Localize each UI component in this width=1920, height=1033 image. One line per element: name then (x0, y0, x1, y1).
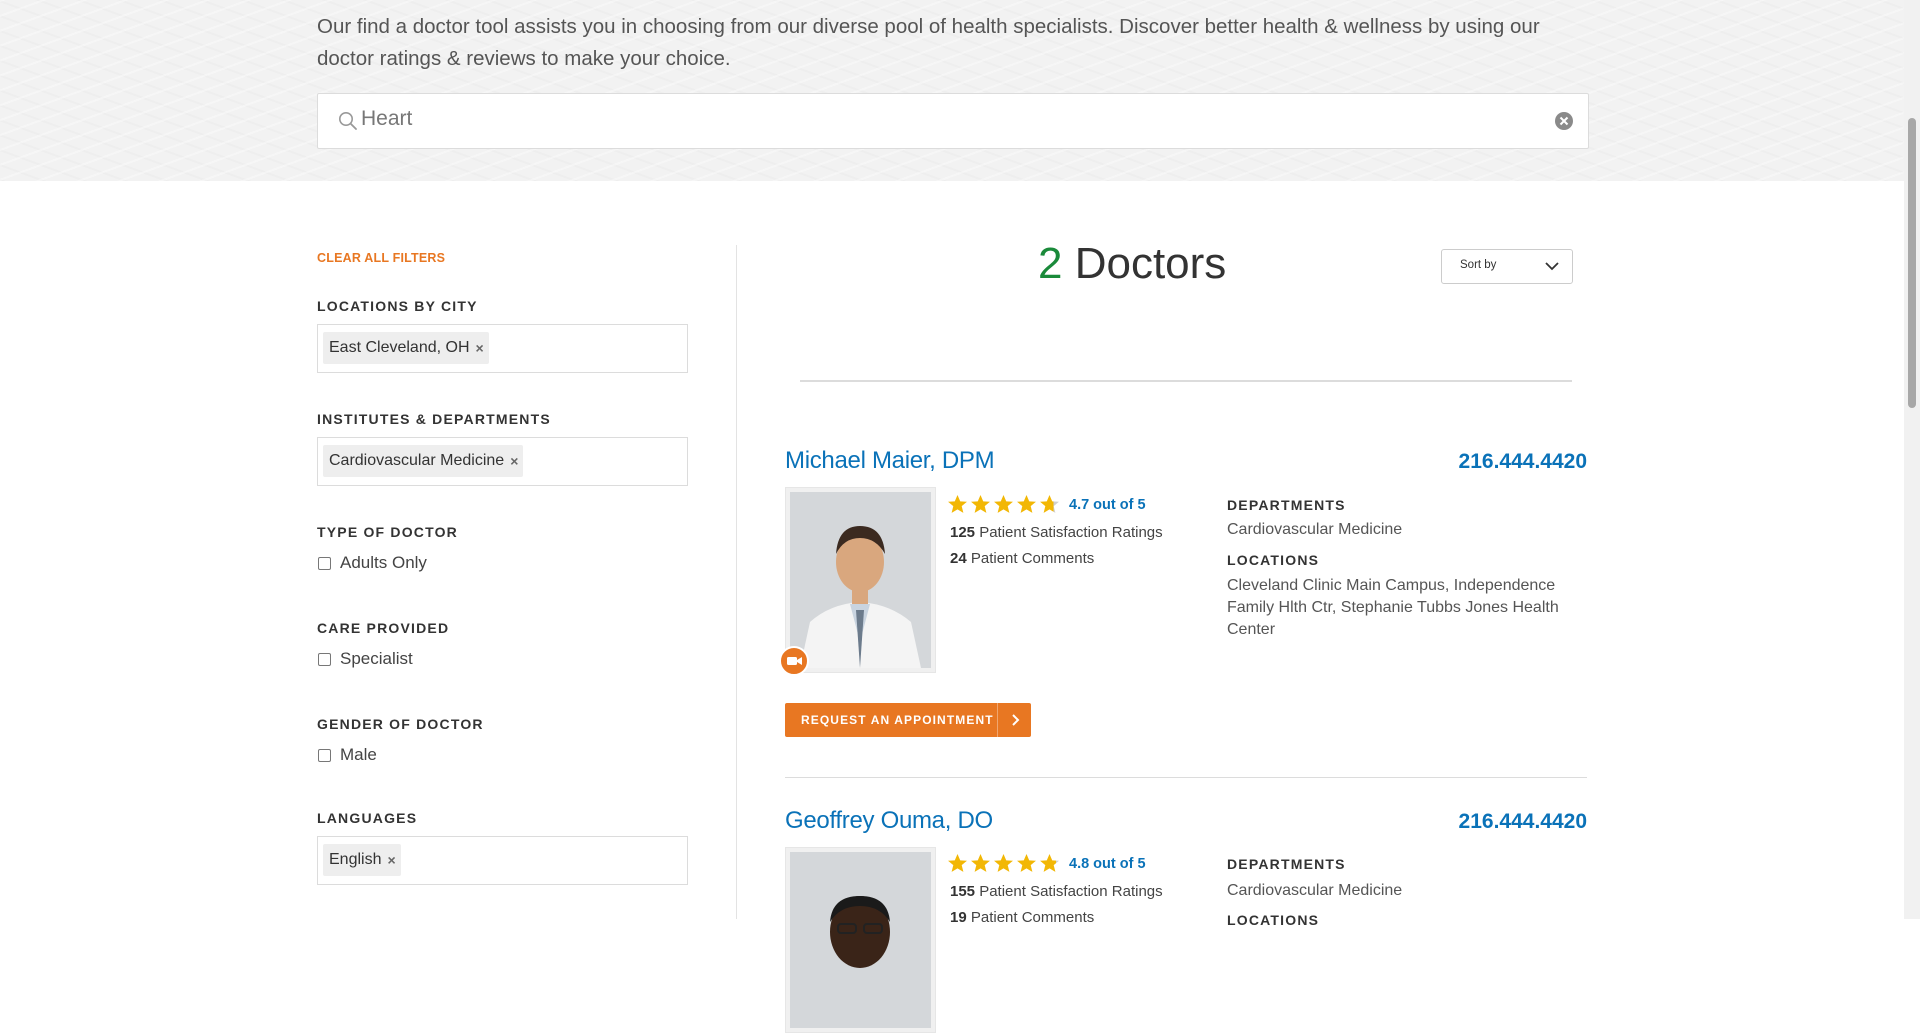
comments-count-number: 19 (950, 909, 967, 926)
ratings-count-number: 155 (950, 883, 976, 900)
star-icon (948, 854, 967, 872)
ratings-count-label: Patient Satisfaction Ratings (975, 883, 1163, 900)
doctor-name-link[interactable]: Geoffrey Ouma, DO (785, 807, 993, 835)
locations-heading: LOCATIONS (1227, 912, 1320, 928)
star-icon (971, 495, 990, 513)
checkbox-box[interactable] (318, 556, 331, 570)
departments-value: Cardiovascular Medicine (1227, 521, 1403, 538)
doctor-rating-stars: 4.7 out of 5 (947, 494, 1146, 515)
results-divider (800, 380, 1572, 382)
locations-heading: LOCATIONS (1227, 552, 1320, 568)
institutes-heading: INSTITUTES & DEPARTMENTS (317, 411, 551, 427)
locations-filter-input[interactable]: East Cleveland, OH × (317, 324, 688, 373)
search-input[interactable]: Heart (361, 107, 412, 131)
doctor-portrait-image (790, 852, 931, 1028)
doctor-phone[interactable]: 216.444.4420 (1459, 810, 1587, 834)
ratings-count-number: 125 (950, 524, 976, 541)
departments-value: Cardiovascular Medicine (1227, 882, 1403, 899)
male-checkbox[interactable]: Male (318, 745, 377, 765)
video-camera-icon (787, 657, 802, 665)
star-icon (1017, 854, 1036, 872)
checkbox-box[interactable] (318, 748, 331, 762)
results-count-label: Doctors (1062, 239, 1227, 288)
institute-token-label: Cardiovascular Medicine (329, 452, 505, 469)
chevron-right-icon (1012, 714, 1020, 726)
doctor-photo[interactable] (785, 847, 936, 1033)
male-label: Male (340, 745, 377, 764)
location-token-label: East Cleveland, OH (329, 339, 470, 356)
care-provided-heading: CARE PROVIDED (317, 620, 450, 636)
doctor-phone[interactable]: 216.444.4420 (1459, 450, 1587, 474)
location-token: East Cleveland, OH × (323, 332, 489, 364)
specialist-checkbox[interactable]: Specialist (318, 649, 413, 669)
intro-text: Our find a doctor tool assists you in ch… (317, 15, 1540, 70)
ratings-count: 155 Patient Satisfaction Ratings (950, 883, 1163, 900)
star-half-icon (1040, 495, 1059, 513)
rating-text-link[interactable]: 4.7 out of 5 (1069, 497, 1146, 513)
star-icon (948, 495, 967, 513)
star-icon (994, 495, 1013, 513)
institute-token: Cardiovascular Medicine × (323, 445, 524, 477)
sort-dropdown[interactable]: Sort by (1441, 249, 1573, 284)
locations-heading: LOCATIONS BY CITY (317, 298, 478, 314)
checkbox-box[interactable] (318, 652, 331, 666)
doctor-name-link[interactable]: Michael Maier, DPM (785, 447, 995, 475)
comments-count-number: 24 (950, 550, 967, 567)
video-visit-badge (779, 646, 809, 676)
languages-filter-input[interactable]: English × (317, 836, 688, 885)
specialist-label: Specialist (340, 649, 413, 668)
comments-count: 19 Patient Comments (950, 909, 1094, 926)
remove-language-icon[interactable]: × (387, 852, 395, 868)
clear-all-filters-link[interactable]: CLEAR ALL FILTERS (317, 251, 445, 265)
adults-only-checkbox[interactable]: Adults Only (318, 553, 427, 573)
doctor-portrait-image (790, 492, 931, 668)
request-appointment-label: REQUEST AN APPOINTMENT (801, 713, 994, 727)
adults-only-label: Adults Only (340, 553, 427, 572)
request-appointment-button[interactable]: REQUEST AN APPOINTMENT (785, 703, 1031, 737)
page-scrollbar-thumb[interactable] (1908, 118, 1916, 408)
type-of-doctor-heading: TYPE OF DOCTOR (317, 524, 458, 540)
institutes-filter-input[interactable]: Cardiovascular Medicine × (317, 437, 688, 486)
rating-text-link[interactable]: 4.8 out of 5 (1069, 856, 1146, 872)
gender-heading: GENDER OF DOCTOR (317, 716, 484, 732)
star-icon (1040, 854, 1059, 872)
sort-label: Sort by (1460, 259, 1497, 271)
star-icon (971, 854, 990, 872)
search-icon (339, 112, 357, 130)
comments-count-label: Patient Comments (966, 909, 1095, 926)
language-token: English × (323, 844, 401, 876)
chevron-down-icon (1545, 262, 1559, 271)
languages-heading: LANGUAGES (317, 810, 418, 826)
ratings-count-label: Patient Satisfaction Ratings (975, 524, 1163, 541)
doctor-card-divider (785, 777, 1587, 778)
results-count-number: 2 (1038, 239, 1063, 288)
departments-heading: DEPARTMENTS (1227, 497, 1346, 513)
results-count: 2 Doctors (1038, 239, 1226, 289)
ratings-count: 125 Patient Satisfaction Ratings (950, 524, 1163, 541)
portrait-illustration (790, 852, 931, 1028)
comments-count-label: Patient Comments (966, 550, 1095, 567)
remove-institute-icon[interactable]: × (510, 453, 518, 469)
portrait-illustration (790, 492, 931, 668)
star-icon (994, 854, 1013, 872)
departments-heading: DEPARTMENTS (1227, 856, 1346, 872)
remove-location-icon[interactable]: × (476, 340, 484, 356)
sidebar-divider (736, 245, 737, 919)
star-icon (1017, 495, 1036, 513)
search-box[interactable]: Heart (317, 93, 1589, 149)
button-separator (997, 703, 998, 737)
language-token-label: English (329, 851, 382, 868)
doctor-rating-stars: 4.8 out of 5 (947, 853, 1146, 874)
locations-value: Cleveland Clinic Main Campus, Independen… (1227, 577, 1559, 638)
comments-count: 24 Patient Comments (950, 550, 1094, 567)
clear-search-icon[interactable] (1554, 111, 1574, 131)
doctor-photo[interactable] (785, 487, 936, 673)
